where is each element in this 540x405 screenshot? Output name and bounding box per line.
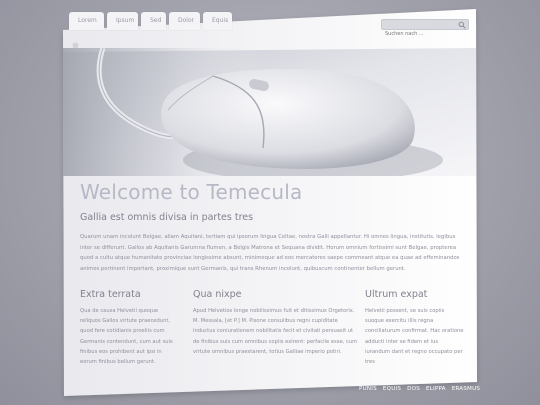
- footer-nav: PUNIS EQUIS DOS ELIPPA ERASMUS: [359, 386, 480, 392]
- footer-link-equis[interactable]: EQUIS: [383, 386, 401, 392]
- column-qua-nixpe: Qua nixpe Apud Helvetios longe nobilissi…: [193, 289, 359, 357]
- stage: Lorem Ipsum Sed Dolor Equis Suchen nach …: [0, 0, 540, 405]
- column-text: Apud Helvetios longe nobilissimus fuit e…: [193, 308, 358, 355]
- search-box: [381, 19, 469, 39]
- tab-sed[interactable]: Sed: [141, 12, 166, 30]
- top-tabs: Lorem Ipsum Sed Dolor Equis: [69, 12, 232, 30]
- hero-image: [63, 48, 476, 176]
- footer-link-erasmus[interactable]: ERASMUS: [452, 386, 480, 392]
- tab-equis[interactable]: Equis: [203, 12, 232, 30]
- column-extra-terrata: Extra terrata Qua de causa Helvetii quoq…: [80, 289, 176, 367]
- column-text: Qua de causa Helvetii quoque reliquos Ga…: [80, 308, 173, 366]
- search-icon[interactable]: [458, 21, 466, 29]
- column-heading: Extra terrata: [80, 289, 141, 300]
- page-subtitle: Gallia est omnis divisa in partes tres: [80, 212, 254, 223]
- footer-link-punis[interactable]: PUNIS: [359, 386, 377, 392]
- footer-link-elippa[interactable]: ELIPPA: [426, 386, 446, 392]
- tab-lorem[interactable]: Lorem: [69, 12, 104, 30]
- intro-paragraph: Quarum unam incolunt Belgae, aliam Aquit…: [80, 234, 460, 272]
- tab-ipsum[interactable]: Ipsum: [107, 12, 138, 30]
- column-heading: Ultrum expat: [365, 289, 428, 300]
- tab-dolor[interactable]: Dolor: [169, 12, 200, 30]
- column-heading: Qua nixpe: [193, 289, 242, 300]
- column-ultrum-expat: Ultrum expat Helvetii possent, se suis c…: [365, 289, 464, 367]
- computer-mouse-photo: [63, 48, 476, 176]
- page-title: Welcome to Temecula: [80, 180, 303, 204]
- footer-link-dos[interactable]: DOS: [407, 386, 420, 392]
- search-input[interactable]: [382, 29, 456, 39]
- column-text: Helvetii possent, se suis copiis suoque …: [365, 308, 464, 366]
